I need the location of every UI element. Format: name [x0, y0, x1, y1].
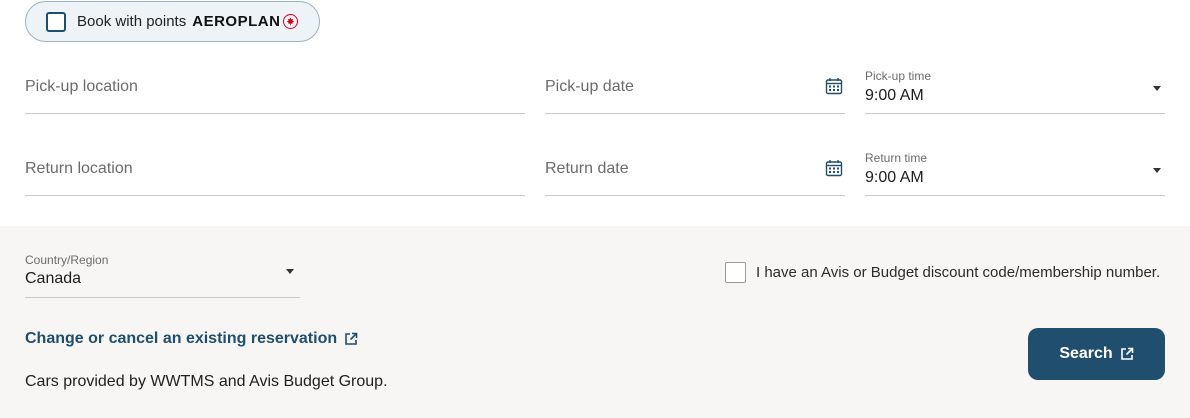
return-location-field[interactable]: Return location [25, 146, 525, 196]
country-region-label: Country/Region [25, 253, 109, 267]
return-date-field[interactable]: Return date [545, 146, 845, 196]
pickup-time-select[interactable]: Pick-up time 9:00 AM [865, 64, 1165, 114]
discount-code-checkbox[interactable] [725, 262, 746, 283]
calendar-icon[interactable] [825, 77, 843, 95]
pickup-location-field[interactable]: Pick-up location [25, 64, 525, 114]
search-button[interactable]: Search [1028, 328, 1165, 380]
external-link-icon [345, 332, 358, 345]
pickup-time-label: Pick-up time [865, 69, 932, 83]
return-time-value: 9:00 AM [865, 169, 924, 186]
change-cancel-reservation-link[interactable]: Change or cancel an existing reservation [25, 330, 358, 348]
pickup-date-field[interactable]: Pick-up date [545, 64, 845, 114]
book-with-points-checkbox[interactable] [46, 11, 66, 32]
chevron-down-icon [1153, 86, 1161, 91]
country-region-select[interactable]: Country/Region Canada [25, 249, 300, 298]
book-with-points-toggle[interactable]: Book with points AEROPLAN [25, 1, 320, 42]
discount-code-option[interactable]: I have an Avis or Budget discount code/m… [725, 262, 1160, 283]
return-date-placeholder: Return date [545, 160, 629, 177]
change-cancel-reservation-label: Change or cancel an existing reservation [25, 330, 338, 347]
pickup-time-value: 9:00 AM [865, 87, 924, 104]
calendar-icon[interactable] [825, 159, 843, 177]
return-time-label: Return time [865, 151, 928, 165]
book-with-points-label: Book with points [77, 13, 187, 30]
chevron-down-icon [1153, 168, 1161, 173]
provider-note: Cars provided by WWTMS and Avis Budget G… [25, 373, 388, 390]
aeroplan-wordmark: AEROPLAN [192, 13, 281, 30]
country-region-value: Canada [25, 270, 82, 287]
pickup-location-placeholder: Pick-up location [25, 78, 138, 95]
search-button-label: Search [1059, 345, 1113, 362]
external-link-icon [1120, 347, 1133, 360]
return-time-select[interactable]: Return time 9:00 AM [865, 146, 1165, 196]
discount-code-label: I have an Avis or Budget discount code/m… [756, 264, 1161, 281]
chevron-down-icon [286, 269, 294, 274]
return-location-placeholder: Return location [25, 160, 133, 177]
search-form-top: Book with points AEROPLAN Pick-up locati… [0, 0, 1190, 226]
pickup-date-placeholder: Pick-up date [545, 78, 634, 95]
maple-leaf-icon [283, 14, 299, 29]
aeroplan-logo: AEROPLAN [192, 13, 299, 30]
